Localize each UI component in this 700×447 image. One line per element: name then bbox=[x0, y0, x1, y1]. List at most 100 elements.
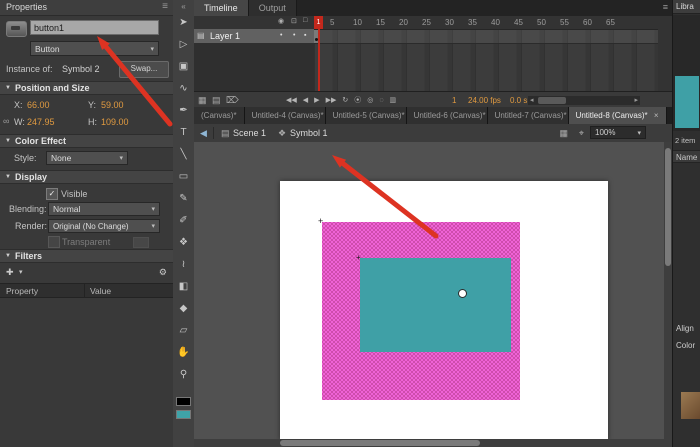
collapse-panel-icon[interactable]: « bbox=[181, 2, 185, 11]
current-frame-indicator[interactable]: 1 bbox=[452, 96, 456, 105]
gear-icon[interactable]: ⚙ bbox=[159, 267, 167, 278]
document-tab[interactable]: Untitled-5 (Canvas)* bbox=[326, 107, 407, 124]
section-color-effect[interactable]: ▼ Color Effect bbox=[0, 134, 173, 148]
blending-dropdown[interactable]: Normal ▾ bbox=[48, 202, 160, 216]
rectangle-tool[interactable]: ▭ bbox=[174, 169, 193, 184]
step-back-button[interactable]: ◀ bbox=[303, 96, 308, 104]
layer-visibility-dot[interactable]: • bbox=[280, 32, 282, 39]
h-value[interactable]: 109.00 bbox=[101, 117, 129, 127]
paint-bucket-tool[interactable]: ◧ bbox=[174, 279, 193, 294]
hand-tool[interactable]: ✋ bbox=[174, 345, 193, 360]
eraser-tool[interactable]: ▱ bbox=[174, 323, 193, 338]
elapsed-time-indicator[interactable]: 0.0 s bbox=[510, 96, 527, 105]
x-value[interactable]: 66.00 bbox=[27, 100, 50, 110]
scroll-left-icon[interactable]: ◂ bbox=[530, 96, 534, 105]
delete-layer-button[interactable]: ⌦ bbox=[226, 95, 239, 106]
scrollbar-thumb[interactable] bbox=[538, 97, 566, 104]
edit-multiple-frames-button[interactable]: ◌ bbox=[379, 97, 383, 104]
document-tab[interactable]: (Canvas)* bbox=[194, 107, 245, 124]
stage-horizontal-scrollbar[interactable] bbox=[194, 439, 664, 447]
library-name-column-header[interactable]: Name bbox=[673, 150, 700, 163]
filter-menu-icon[interactable]: ▾ bbox=[19, 268, 23, 276]
layer-lock-dot[interactable]: • bbox=[293, 32, 295, 39]
layer-outline-dot[interactable]: ▪ bbox=[304, 32, 306, 39]
panel-tab-align[interactable]: Align bbox=[676, 324, 694, 333]
pencil-tool[interactable]: ✎ bbox=[174, 191, 193, 206]
modify-onion-markers-button[interactable]: ▥ bbox=[390, 96, 397, 104]
stage-canvas[interactable]: + + bbox=[280, 181, 608, 440]
section-filters[interactable]: ▼ Filters bbox=[0, 249, 173, 263]
scrollbar-thumb[interactable] bbox=[280, 440, 480, 446]
free-transform-tool[interactable]: ▣ bbox=[174, 59, 193, 74]
w-value[interactable]: 247.95 bbox=[27, 117, 55, 127]
zoom-level-dropdown[interactable]: 100% ▾ bbox=[590, 126, 646, 139]
library-item-thumbnail[interactable] bbox=[681, 392, 700, 419]
line-tool[interactable]: ╲ bbox=[174, 147, 193, 162]
new-folder-button[interactable]: ▤ bbox=[212, 95, 221, 106]
scene-breadcrumb[interactable]: Scene 1 bbox=[233, 128, 266, 138]
symbol-breadcrumb[interactable]: Symbol 1 bbox=[290, 128, 328, 138]
playhead-line[interactable] bbox=[318, 29, 320, 91]
selection-tool[interactable]: ➤ bbox=[174, 15, 193, 30]
brush-tool[interactable]: ✐ bbox=[174, 213, 193, 228]
fill-color-swatch[interactable] bbox=[176, 410, 191, 419]
show-hide-layers-icon[interactable]: ◉ bbox=[278, 17, 284, 25]
onion-skin-outlines-button[interactable]: ◎ bbox=[367, 96, 373, 104]
scroll-right-icon[interactable]: ▸ bbox=[634, 96, 638, 105]
zoom-tool[interactable]: ⚲ bbox=[174, 367, 193, 382]
bone-tool[interactable]: ≀ bbox=[174, 257, 193, 272]
y-value[interactable]: 59.00 bbox=[101, 100, 124, 110]
transformation-point[interactable] bbox=[458, 289, 467, 298]
symbol-type-dropdown[interactable]: Button ▾ bbox=[30, 41, 159, 56]
layer-name[interactable]: Layer 1 bbox=[210, 31, 240, 41]
lasso-tool[interactable]: ∿ bbox=[174, 81, 193, 96]
frame-rate-indicator[interactable]: 24.00 fps bbox=[468, 96, 501, 105]
tab-output[interactable]: Output bbox=[249, 0, 297, 16]
pen-tool[interactable]: ✒ bbox=[174, 103, 193, 118]
panel-menu-icon[interactable]: ≡ bbox=[162, 1, 168, 12]
edit-symbols-icon[interactable]: ▦ bbox=[559, 128, 568, 139]
onion-skin-button[interactable]: ⦿ bbox=[354, 95, 361, 105]
section-display[interactable]: ▼ Display bbox=[0, 170, 173, 184]
link-width-height-icon[interactable]: ∞ bbox=[3, 116, 9, 126]
swap-button[interactable]: Swap... bbox=[119, 61, 169, 78]
loop-playback-button[interactable]: ↻ bbox=[342, 96, 348, 104]
back-button-icon[interactable]: ◀ bbox=[200, 128, 207, 139]
document-tab[interactable]: Untitled-4 (Canvas)* bbox=[245, 107, 326, 124]
document-tab[interactable]: Untitled-7 (Canvas)* bbox=[488, 107, 569, 124]
visible-checkbox[interactable]: ✓ bbox=[46, 188, 58, 200]
tab-timeline[interactable]: Timeline bbox=[194, 0, 249, 16]
document-tab-active[interactable]: Untitled-8 (Canvas)* × bbox=[569, 107, 667, 124]
stage-vertical-scrollbar[interactable] bbox=[664, 142, 672, 447]
layer-frame-row[interactable] bbox=[314, 29, 658, 44]
timeline-panel-menu-icon[interactable]: ≡ bbox=[663, 2, 668, 12]
inner-symbol-shape[interactable] bbox=[360, 258, 511, 352]
goto-last-frame-button[interactable]: ▶▶ bbox=[326, 96, 337, 104]
style-dropdown[interactable]: None ▾ bbox=[46, 151, 128, 165]
subselection-tool[interactable]: ▷ bbox=[174, 37, 193, 52]
panel-tab-color[interactable]: Color bbox=[676, 341, 695, 350]
section-position-and-size[interactable]: ▼ Position and Size bbox=[0, 81, 173, 95]
play-button[interactable]: ▶ bbox=[314, 96, 319, 104]
text-tool[interactable]: T bbox=[174, 125, 193, 140]
playhead-marker[interactable]: 1 bbox=[314, 16, 323, 29]
layer-row[interactable]: ▤ Layer 1 • • ▪ bbox=[194, 29, 314, 43]
eyedropper-tool[interactable]: ◆ bbox=[174, 301, 193, 316]
library-symbol-preview[interactable] bbox=[675, 76, 699, 128]
stroke-color-swatch[interactable] bbox=[176, 397, 191, 406]
goto-first-frame-button[interactable]: ◀◀ bbox=[286, 96, 297, 104]
deco-tool[interactable]: ❖ bbox=[174, 235, 193, 250]
render-dropdown[interactable]: Original (No Change) ▾ bbox=[48, 219, 160, 233]
lock-layers-icon[interactable]: ⊡ bbox=[291, 17, 297, 25]
close-icon[interactable]: × bbox=[654, 111, 659, 120]
tab-library[interactable]: Libra bbox=[673, 0, 700, 14]
add-filter-icon[interactable]: ✚ bbox=[6, 267, 14, 278]
frame-ruler[interactable]: 1 5 10 15 20 25 30 35 40 45 50 55 60 65 bbox=[314, 16, 658, 30]
new-layer-button[interactable]: ▦ bbox=[198, 95, 207, 106]
center-frame-icon[interactable]: ⌖ bbox=[579, 128, 584, 139]
timeline-horizontal-scrollbar[interactable]: ◂ ▸ bbox=[528, 96, 640, 105]
instance-name-input[interactable] bbox=[30, 20, 159, 35]
scrollbar-thumb[interactable] bbox=[665, 148, 671, 266]
outline-layers-icon[interactable]: □ bbox=[303, 17, 307, 24]
document-tab[interactable]: Untitled-6 (Canvas)* bbox=[407, 107, 488, 124]
